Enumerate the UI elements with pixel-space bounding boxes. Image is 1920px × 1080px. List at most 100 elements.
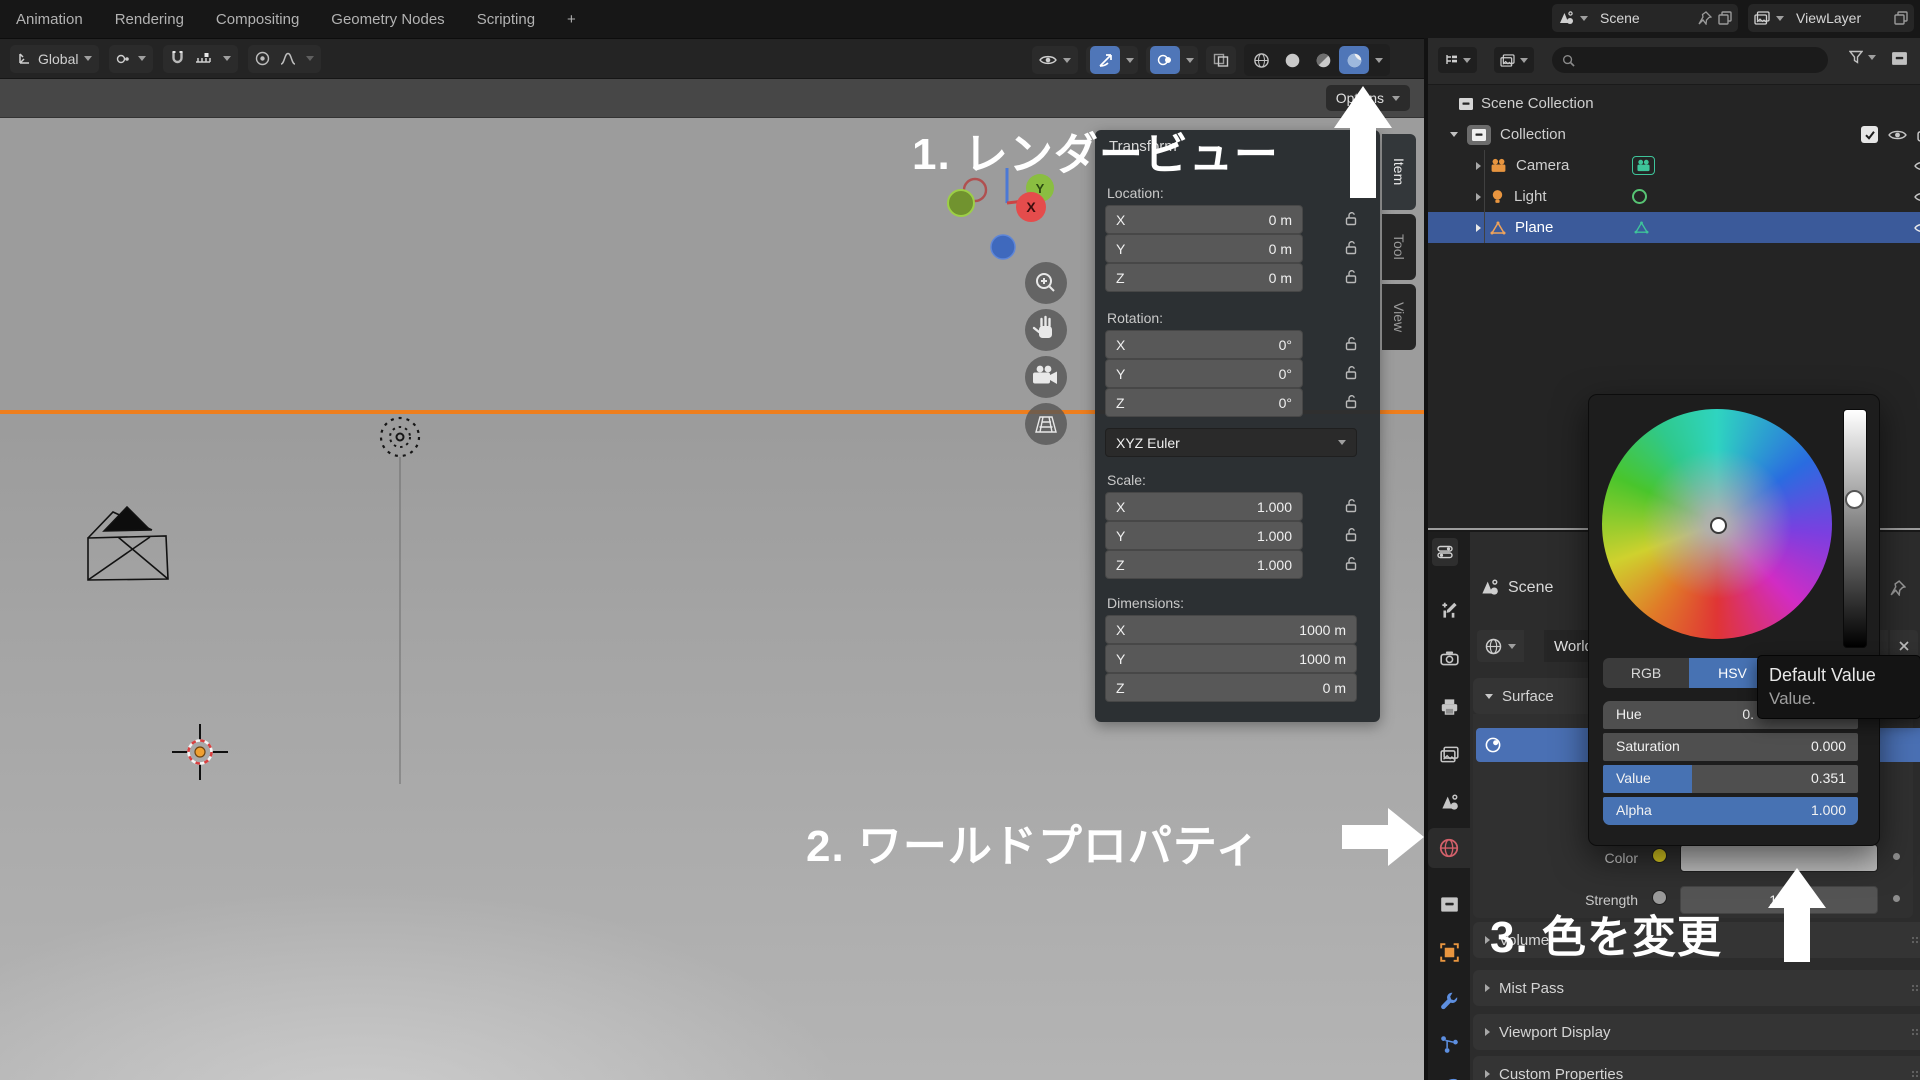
disclosure-collapsed-icon[interactable]	[1476, 224, 1481, 232]
npanel-tab-tool[interactable]: Tool	[1382, 214, 1416, 280]
lock-scale-y-icon[interactable]	[1341, 521, 1361, 548]
tab-collection[interactable]	[1430, 884, 1468, 924]
show-object-types-dropdown[interactable]	[1032, 46, 1078, 74]
camera-view-button[interactable]	[1025, 356, 1067, 398]
camera-data-icon[interactable]	[1632, 156, 1655, 175]
transform-orientation-dropdown[interactable]: Global	[10, 45, 99, 73]
outliner-row-plane[interactable]: Plane	[1428, 212, 1920, 243]
pivot-point-dropdown[interactable]	[109, 45, 153, 73]
shading-solid-button[interactable]	[1277, 46, 1307, 74]
location-z-field[interactable]: Z0 m	[1105, 263, 1303, 292]
hide-eye-icon[interactable]	[1914, 222, 1920, 234]
snap-target-icon[interactable]	[195, 52, 213, 66]
light-object[interactable]	[381, 418, 419, 456]
rotation-z-field[interactable]: Z0°	[1105, 388, 1303, 417]
lock-scale-z-icon[interactable]	[1341, 550, 1361, 577]
panel-drag-dots-icon[interactable]	[1354, 142, 1370, 150]
location-y-field[interactable]: Y0 m	[1105, 234, 1303, 263]
tab-modifiers[interactable]	[1430, 980, 1468, 1020]
chevron-down-icon[interactable]	[1186, 58, 1194, 63]
lock-location-x-icon[interactable]	[1341, 205, 1361, 232]
tab-physics[interactable]	[1430, 1064, 1468, 1080]
proportional-edit-icon[interactable]	[255, 51, 270, 66]
zoom-button[interactable]	[1025, 262, 1067, 304]
value-slider-handle[interactable]	[1845, 490, 1864, 509]
xray-toggle[interactable]	[1206, 46, 1236, 74]
rotation-mode-dropdown[interactable]: XYZ Euler	[1105, 428, 1357, 457]
world-browse-dropdown[interactable]	[1477, 630, 1524, 662]
new-viewlayer-icon[interactable]	[1894, 11, 1908, 25]
dimensions-z-field[interactable]: Z0 m	[1105, 673, 1357, 702]
falloff-curve-icon[interactable]	[280, 52, 296, 65]
mesh-data-icon[interactable]	[1634, 221, 1649, 234]
dimensions-x-field[interactable]: X1000 m	[1105, 615, 1357, 644]
breadcrumb-scene[interactable]: Scene	[1508, 579, 1553, 597]
light-data-icon[interactable]	[1632, 189, 1647, 204]
custom-properties-panel-header[interactable]: Custom Properties	[1473, 1056, 1920, 1080]
color-swatch[interactable]	[1680, 844, 1878, 872]
hide-eye-icon[interactable]	[1914, 160, 1920, 172]
workspace-tab-geometry-nodes[interactable]: Geometry Nodes	[315, 0, 460, 38]
show-gizmos-toggle[interactable]	[1090, 46, 1120, 74]
rotation-y-field[interactable]: Y0°	[1105, 359, 1303, 388]
lock-location-y-icon[interactable]	[1341, 234, 1361, 261]
viewlayer-selector[interactable]: ViewLayer	[1748, 4, 1914, 32]
alpha-slider[interactable]: Alpha 1.000	[1603, 797, 1858, 825]
scale-x-field[interactable]: X1.000	[1105, 492, 1303, 521]
panel-drag-dots-icon[interactable]	[1911, 936, 1920, 944]
tab-tool[interactable]	[1430, 590, 1468, 630]
camera-object[interactable]	[88, 507, 168, 580]
chevron-down-icon[interactable]	[306, 56, 314, 61]
outliner-search-input[interactable]	[1552, 47, 1828, 73]
panel-drag-dots-icon[interactable]	[1911, 1028, 1920, 1036]
tab-scene[interactable]	[1430, 782, 1468, 822]
viewport-display-panel-header[interactable]: Viewport Display	[1473, 1014, 1920, 1050]
hide-eye-icon[interactable]	[1888, 129, 1907, 141]
mist-pass-panel-header[interactable]: Mist Pass	[1473, 970, 1920, 1006]
add-workspace-button[interactable]: +	[551, 0, 592, 38]
outliner-row-collection[interactable]: Collection	[1428, 119, 1920, 150]
tab-object[interactable]	[1430, 932, 1468, 972]
outliner-filter-id-dropdown[interactable]	[1494, 47, 1534, 73]
outliner-row-scene-collection[interactable]: Scene Collection	[1428, 88, 1920, 119]
pin-id-icon[interactable]	[1890, 580, 1906, 596]
npanel-tab-item[interactable]: Item	[1382, 134, 1416, 210]
new-scene-icon[interactable]	[1718, 11, 1732, 25]
workspace-tab-animation[interactable]: Animation	[0, 0, 99, 38]
render-enable-checkbox[interactable]	[1861, 126, 1878, 143]
lock-rotation-x-icon[interactable]	[1341, 330, 1361, 357]
pan-hand-button[interactable]	[1025, 309, 1067, 351]
color-decorator[interactable]	[1893, 853, 1900, 860]
shading-rendered-button[interactable]	[1339, 46, 1369, 74]
scale-z-field[interactable]: Z1.000	[1105, 550, 1303, 579]
disclosure-expanded-icon[interactable]	[1450, 132, 1458, 137]
value-slider[interactable]	[1843, 409, 1867, 648]
color-socket[interactable]	[1652, 848, 1667, 863]
tab-world[interactable]	[1428, 828, 1470, 868]
tab-particles[interactable]	[1430, 1024, 1468, 1064]
tab-render[interactable]	[1430, 638, 1468, 678]
panel-drag-dots-icon[interactable]	[1911, 984, 1920, 992]
scene-selector[interactable]: Scene	[1552, 4, 1738, 32]
strength-decorator[interactable]	[1893, 895, 1900, 902]
workspace-tab-rendering[interactable]: Rendering	[99, 0, 200, 38]
value-number-slider[interactable]: Value 0.351	[1603, 765, 1858, 793]
shading-material-button[interactable]	[1308, 46, 1338, 74]
location-x-field[interactable]: X0 m	[1105, 205, 1303, 234]
outliner-filter-dropdown[interactable]	[1849, 50, 1876, 64]
panel-drag-dots-icon[interactable]	[1911, 1070, 1920, 1078]
workspace-tab-scripting[interactable]: Scripting	[461, 0, 551, 38]
tab-rgb[interactable]: RGB	[1603, 658, 1689, 688]
new-collection-icon[interactable]	[1891, 51, 1908, 66]
chevron-down-icon[interactable]	[223, 56, 231, 61]
workspace-tab-compositing[interactable]: Compositing	[200, 0, 315, 38]
lock-rotation-z-icon[interactable]	[1341, 388, 1361, 415]
outliner-row-camera[interactable]: Camera	[1428, 150, 1920, 181]
outliner-display-mode-dropdown[interactable]	[1438, 47, 1477, 73]
lock-rotation-y-icon[interactable]	[1341, 359, 1361, 386]
disclosure-collapsed-icon[interactable]	[1476, 193, 1481, 201]
pin-icon[interactable]	[1698, 11, 1712, 25]
editor-type-dropdown[interactable]	[1432, 538, 1458, 566]
outliner-row-light[interactable]: Light	[1428, 181, 1920, 212]
chevron-down-icon[interactable]	[1126, 58, 1134, 63]
